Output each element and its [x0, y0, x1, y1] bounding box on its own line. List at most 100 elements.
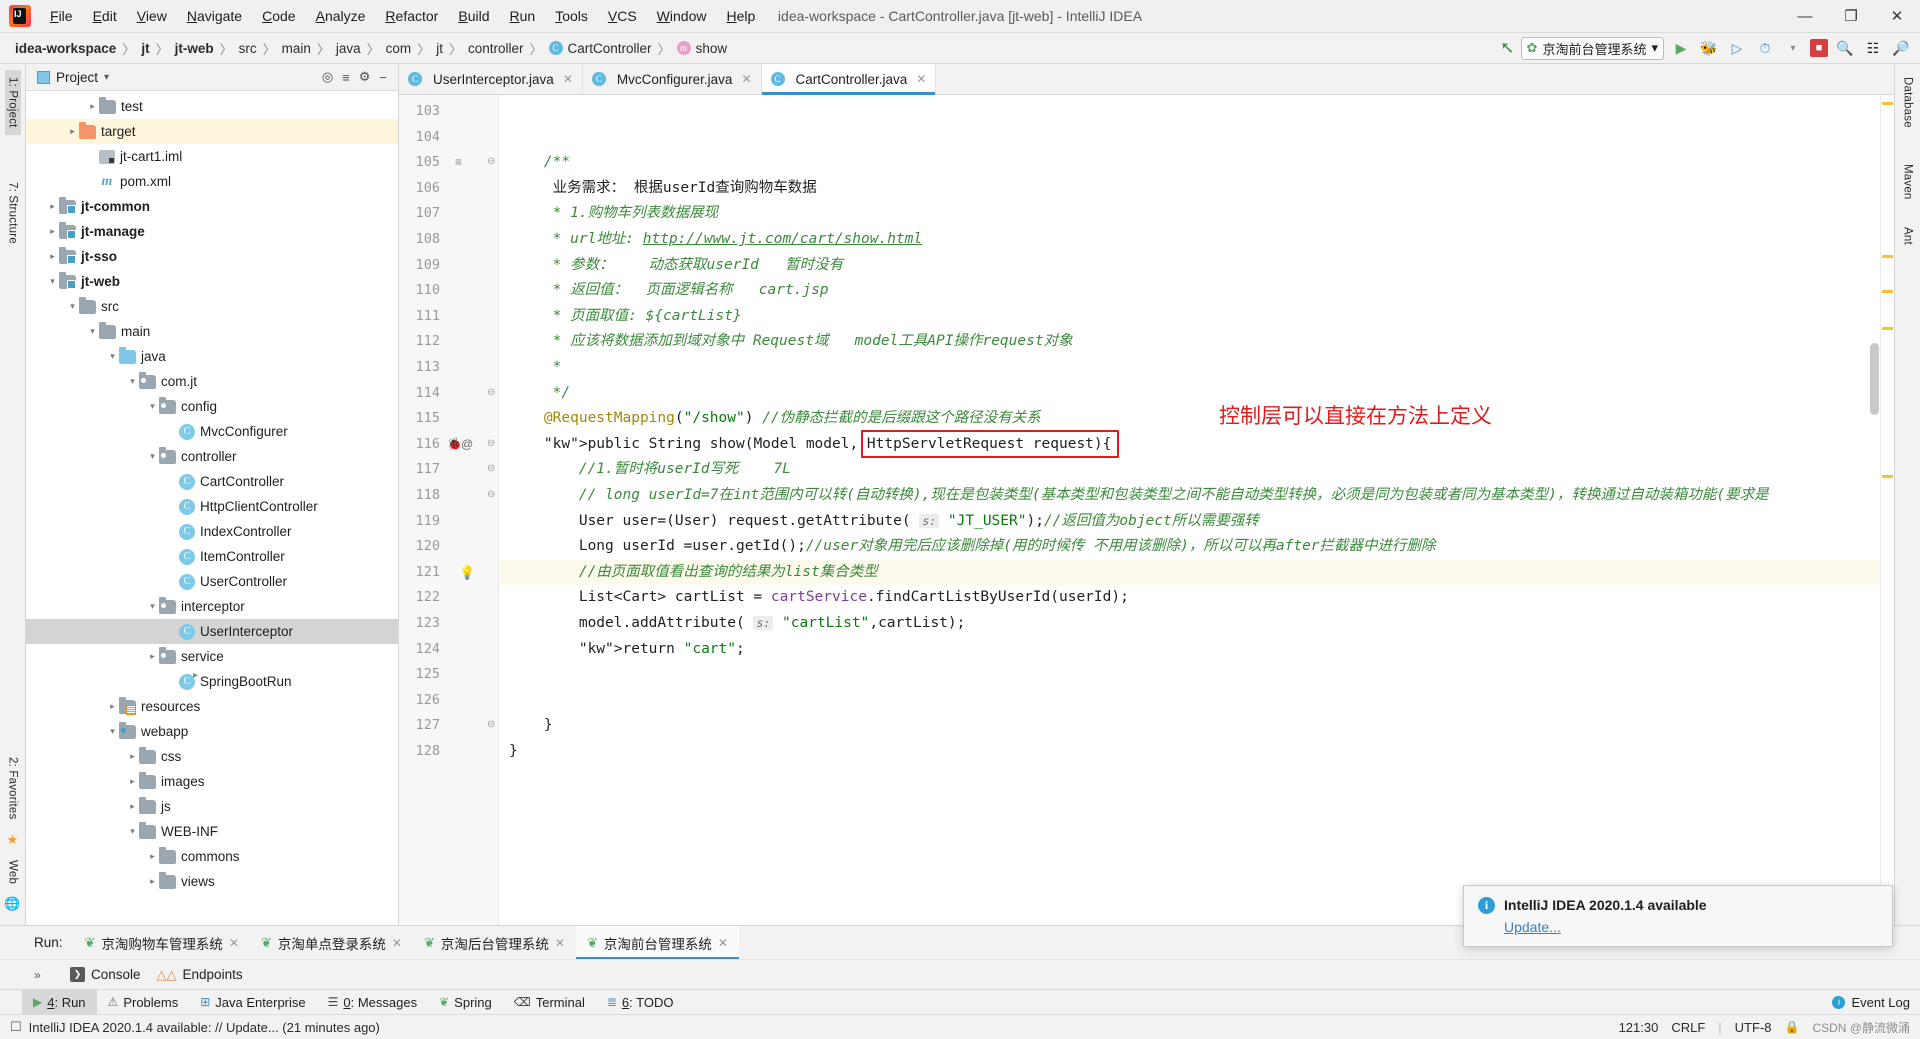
- bottom-bar-terminal[interactable]: ⌫ Terminal: [503, 990, 596, 1014]
- code-line-118[interactable]: // long userId=7在int范围内可以转(自动转换),现在是包装类型…: [509, 483, 1769, 509]
- code-fold-icon[interactable]: ⊖: [487, 464, 496, 474]
- maximize-button[interactable]: ❐: [1828, 0, 1874, 33]
- code-fold-icon[interactable]: ⊖: [487, 720, 496, 730]
- menu-item-refactor[interactable]: Refactor: [376, 5, 447, 27]
- chevron-down-icon[interactable]: ▾: [1782, 37, 1804, 59]
- sidebar-item-project[interactable]: 1: Project: [4, 70, 21, 135]
- run-tab[interactable]: ❦ 京淘后台管理系统 ✕: [413, 926, 576, 959]
- tree-expand-arrow-icon[interactable]: ▸: [126, 801, 139, 812]
- run-tab[interactable]: ❦ 京淘单点登录系统 ✕: [250, 926, 413, 959]
- layout-icon[interactable]: ☷: [1862, 37, 1884, 59]
- star-icon[interactable]: ★: [7, 832, 19, 848]
- bottom-bar-6-todo[interactable]: ≣ 6: TODO: [596, 990, 685, 1014]
- locate-icon[interactable]: ◎: [322, 69, 333, 85]
- tree-item-src[interactable]: ▾ src: [26, 294, 398, 319]
- tree-expand-arrow-icon[interactable]: ▸: [66, 126, 79, 137]
- sidebar-item-ant[interactable]: Ant: [1900, 220, 1916, 252]
- tree-expand-arrow-icon[interactable]: ▾: [146, 401, 159, 412]
- code-line-107[interactable]: * 1.购物车列表数据展现: [509, 201, 718, 227]
- stripe-warning-mark[interactable]: [1882, 290, 1893, 293]
- code-line-115[interactable]: @RequestMapping("/show") //伪静态拦截的是后缀跟这个路…: [509, 406, 1041, 432]
- code-line-127[interactable]: }: [509, 713, 553, 739]
- code-line-124[interactable]: "kw">return "cart";: [509, 637, 745, 663]
- close-icon[interactable]: ✕: [555, 936, 565, 950]
- hide-icon[interactable]: −: [379, 70, 387, 85]
- tree-item-js[interactable]: ▸ js: [26, 794, 398, 819]
- tree-item-commons[interactable]: ▸ commons: [26, 844, 398, 869]
- breadcrumb-item-jt-web[interactable]: jt-web: [170, 39, 219, 58]
- breadcrumb-item-main[interactable]: main: [277, 39, 316, 58]
- code-line-105[interactable]: /**: [509, 150, 570, 176]
- code-line-109[interactable]: * 参数： 动态获取userId 暂时没有: [509, 253, 843, 279]
- tree-expand-arrow-icon[interactable]: ▸: [146, 651, 159, 662]
- tree-item-resources[interactable]: ▸ resources: [26, 694, 398, 719]
- close-icon[interactable]: ✕: [718, 936, 728, 950]
- run-configuration-selector[interactable]: ✿ 京淘前台管理系统 ▾: [1520, 36, 1664, 60]
- sidebar-item-maven[interactable]: Maven: [1900, 157, 1916, 207]
- chevron-down-icon[interactable]: ▾: [104, 72, 109, 83]
- breadcrumb[interactable]: idea-workspace 〉 jt 〉 jt-web 〉 src 〉 main 〉 java 〉 c…: [10, 39, 732, 58]
- breadcrumb-item-controller[interactable]: controller: [463, 39, 529, 58]
- code-line-128[interactable]: }: [509, 739, 518, 765]
- expand-icon[interactable]: »: [34, 968, 41, 982]
- code-line-113[interactable]: *: [509, 355, 562, 381]
- close-icon[interactable]: ✕: [229, 936, 239, 950]
- project-tree[interactable]: ▸ test ▸ target jt-cart1.iml m pom.xml ▸ jt-comm…: [26, 91, 398, 925]
- menu-item-window[interactable]: Window: [648, 5, 716, 27]
- breadcrumb-item-idea-workspace[interactable]: idea-workspace: [10, 39, 121, 58]
- run-tab[interactable]: ❦ 京淘前台管理系统 ✕: [575, 926, 739, 959]
- tree-expand-arrow-icon[interactable]: ▸: [126, 776, 139, 787]
- code-fold-icon[interactable]: ⊖: [487, 490, 496, 500]
- tree-item-views[interactable]: ▸ views: [26, 869, 398, 894]
- code-fold-icon[interactable]: ⊖: [487, 387, 496, 397]
- menu-item-analyze[interactable]: Analyze: [307, 5, 375, 27]
- tree-expand-arrow-icon[interactable]: ▸: [126, 751, 139, 762]
- minimize-button[interactable]: —: [1782, 0, 1828, 33]
- editor-tab-cartcontroller-java[interactable]: C CartController.java ✕: [761, 64, 937, 95]
- stripe-warning-mark[interactable]: [1882, 475, 1893, 478]
- menu-item-run[interactable]: Run: [500, 5, 544, 27]
- menu-item-file[interactable]: File: [41, 5, 82, 27]
- tree-item-images[interactable]: ▸ images: [26, 769, 398, 794]
- sidebar-item-web[interactable]: Web: [5, 853, 21, 891]
- menu-item-code[interactable]: Code: [253, 5, 304, 27]
- editor-tabs[interactable]: C UserInterceptor.java ✕ C MvcConfigurer.jav…: [399, 64, 1894, 95]
- menu-item-edit[interactable]: Edit: [84, 5, 126, 27]
- run-icon[interactable]: ▶: [1670, 37, 1692, 59]
- menu-item-vcs[interactable]: VCS: [599, 5, 646, 27]
- bottom-bar-spring[interactable]: ❦ Spring: [428, 990, 503, 1014]
- tree-item-springbootrun[interactable]: CSpringBootRun: [26, 669, 398, 694]
- lock-icon[interactable]: 🔒: [1785, 1020, 1800, 1034]
- notification-update-link[interactable]: Update...: [1504, 919, 1878, 935]
- tree-expand-arrow-icon[interactable]: ▾: [46, 276, 59, 287]
- bottom-bar-java-enterprise[interactable]: ⊞ Java Enterprise: [189, 990, 316, 1014]
- tree-expand-arrow-icon[interactable]: ▾: [66, 301, 79, 312]
- code-content[interactable]: /** 业务需求： 根据userId查询购物车数据 * 1.购物车列表数据展现 …: [499, 95, 1880, 925]
- close-icon[interactable]: ✕: [916, 72, 926, 86]
- collapse-all-icon[interactable]: ≡: [342, 70, 350, 85]
- code-line-112[interactable]: * 应该将数据添加到域对象中 Request域 model工具API操作requ…: [509, 329, 1073, 355]
- run-tab[interactable]: ❦ 京淘购物车管理系统 ✕: [74, 926, 250, 959]
- tree-item-css[interactable]: ▸ css: [26, 744, 398, 769]
- bottom-bar-4-run[interactable]: ▶ 4: Run: [22, 990, 97, 1014]
- stripe-warning-mark[interactable]: [1882, 102, 1893, 105]
- run-subtab-endpoints[interactable]: △△ Endpoints: [157, 967, 243, 983]
- tree-item-indexcontroller[interactable]: C IndexController: [26, 519, 398, 544]
- breadcrumb-item-jt[interactable]: jt: [431, 39, 448, 58]
- tree-item-userinterceptor[interactable]: C UserInterceptor: [26, 619, 398, 644]
- caret-position[interactable]: 121:30: [1619, 1020, 1659, 1035]
- tree-item-jt-manage[interactable]: ▸ jt-manage: [26, 219, 398, 244]
- code-fold-icon[interactable]: ⊖: [487, 438, 496, 448]
- tree-expand-arrow-icon[interactable]: ▸: [46, 251, 59, 262]
- editor-tab-userinterceptor-java[interactable]: C UserInterceptor.java ✕: [399, 64, 583, 94]
- window-controls[interactable]: — ❐ ✕: [1782, 0, 1920, 33]
- tree-item-mvcconfigurer[interactable]: C MvcConfigurer: [26, 419, 398, 444]
- menu-item-help[interactable]: Help: [717, 5, 764, 27]
- tree-item-config[interactable]: ▾ config: [26, 394, 398, 419]
- tree-expand-arrow-icon[interactable]: ▸: [106, 701, 119, 712]
- tree-expand-arrow-icon[interactable]: ▾: [106, 726, 119, 737]
- close-icon[interactable]: ✕: [741, 72, 751, 86]
- tree-expand-arrow-icon[interactable]: ▸: [86, 101, 99, 112]
- tree-expand-arrow-icon[interactable]: ▸: [46, 201, 59, 212]
- tree-expand-arrow-icon[interactable]: ▾: [126, 376, 139, 387]
